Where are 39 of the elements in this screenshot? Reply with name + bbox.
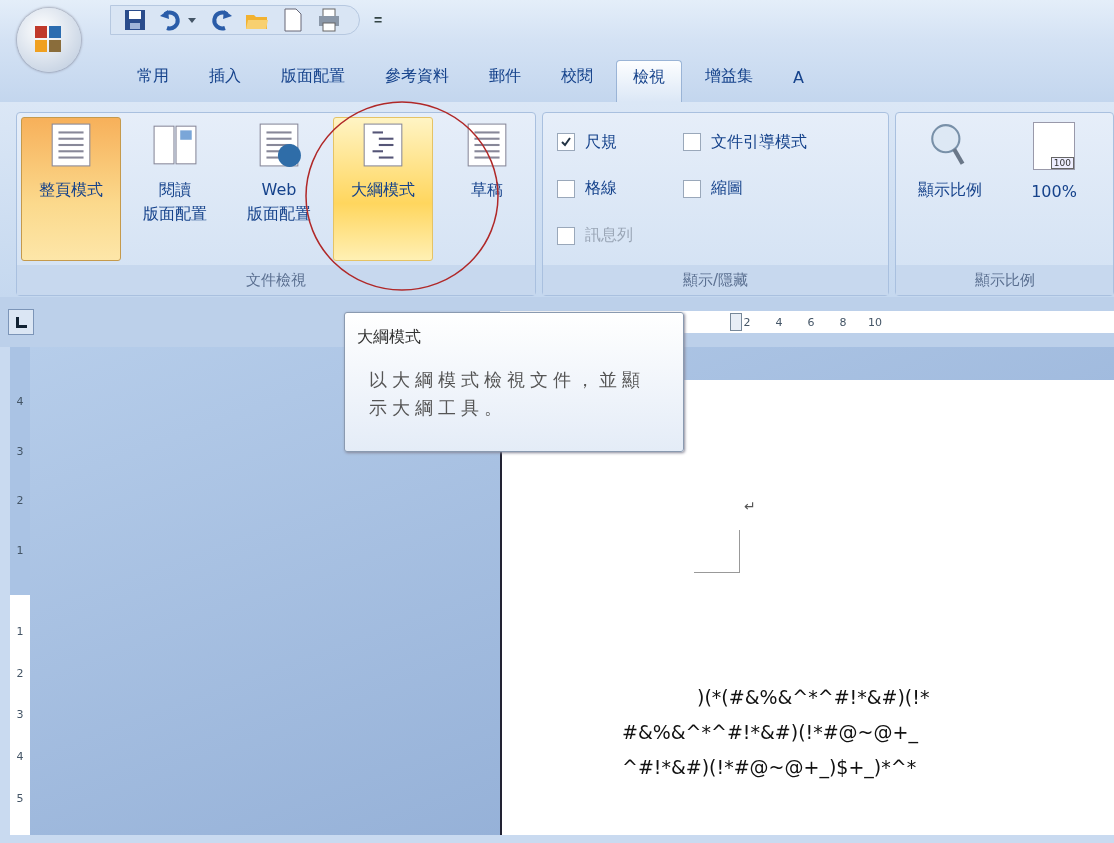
document-text-line: #&%&^*^#!*&#)(!*#@~@+_ <box>622 720 920 746</box>
margin-corner-mark <box>694 530 740 573</box>
office-button[interactable] <box>17 8 81 72</box>
ribbon-tab[interactable]: 增益集 <box>688 59 770 102</box>
ribbon-tab[interactable]: 郵件 <box>472 59 538 102</box>
checkbox-option[interactable]: 文件引導模式 <box>683 125 883 160</box>
document-text-line: )(*(#&%&^*^#!*&#)(!* <box>696 685 930 710</box>
view-button[interactable]: 閱讀 版面配置 <box>125 117 225 261</box>
ribbon-tab[interactable]: 常用 <box>120 59 186 102</box>
ribbon-tab[interactable]: 校閱 <box>544 59 610 102</box>
view-button[interactable]: 整頁模式 <box>21 117 121 261</box>
zoom-button[interactable]: 顯示比例 <box>900 117 1000 261</box>
ribbon-tab[interactable]: 參考資料 <box>368 59 466 102</box>
zoom-button[interactable]: 100 100% <box>1004 117 1104 261</box>
paragraph-mark: ↵ <box>744 498 756 514</box>
indent-marker-icon <box>730 313 742 331</box>
checkbox-option[interactable]: 尺規 <box>557 125 683 160</box>
ribbon-tab[interactable]: 插入 <box>192 59 258 102</box>
customize-toolbar-button[interactable]: = <box>370 12 387 28</box>
dropdown-caret-icon[interactable] <box>187 15 197 25</box>
tab-selector-button[interactable] <box>8 309 34 335</box>
ribbon-group: 尺規 文件引導模式 格線 縮圖 訊息列 顯示/隱藏 <box>542 112 889 296</box>
view-button[interactable]: 大綱模式 <box>333 117 433 261</box>
ribbon-tab[interactable]: A <box>776 61 821 102</box>
ribbon-tab[interactable]: 檢視 <box>616 60 682 102</box>
redo-icon[interactable] <box>209 8 233 32</box>
page-icon: 100 <box>1033 122 1075 170</box>
tooltip-title: 大綱模式 <box>357 327 422 348</box>
checkbox-option[interactable]: 格線 <box>557 171 683 207</box>
document-text-line: ^#!*&#)(!*#@~@+_)$+_)*^* <box>622 755 918 781</box>
save-icon[interactable] <box>123 8 147 32</box>
checkbox-option[interactable]: 縮圖 <box>683 171 883 207</box>
tooltip-description: 以大綱模式檢視文件，並顯示大綱工具。 <box>368 368 646 420</box>
ribbon-tab[interactable]: 版面配置 <box>264 59 362 102</box>
printer-icon[interactable] <box>317 8 341 32</box>
undo-icon[interactable] <box>159 8 183 32</box>
vertical-ruler: 4 3 2 1 1 2 3 4 5 <box>10 347 30 835</box>
checkmark-icon <box>560 136 572 149</box>
ribbon-group: 顯示比例 100 100% 顯示比例 <box>895 112 1114 296</box>
